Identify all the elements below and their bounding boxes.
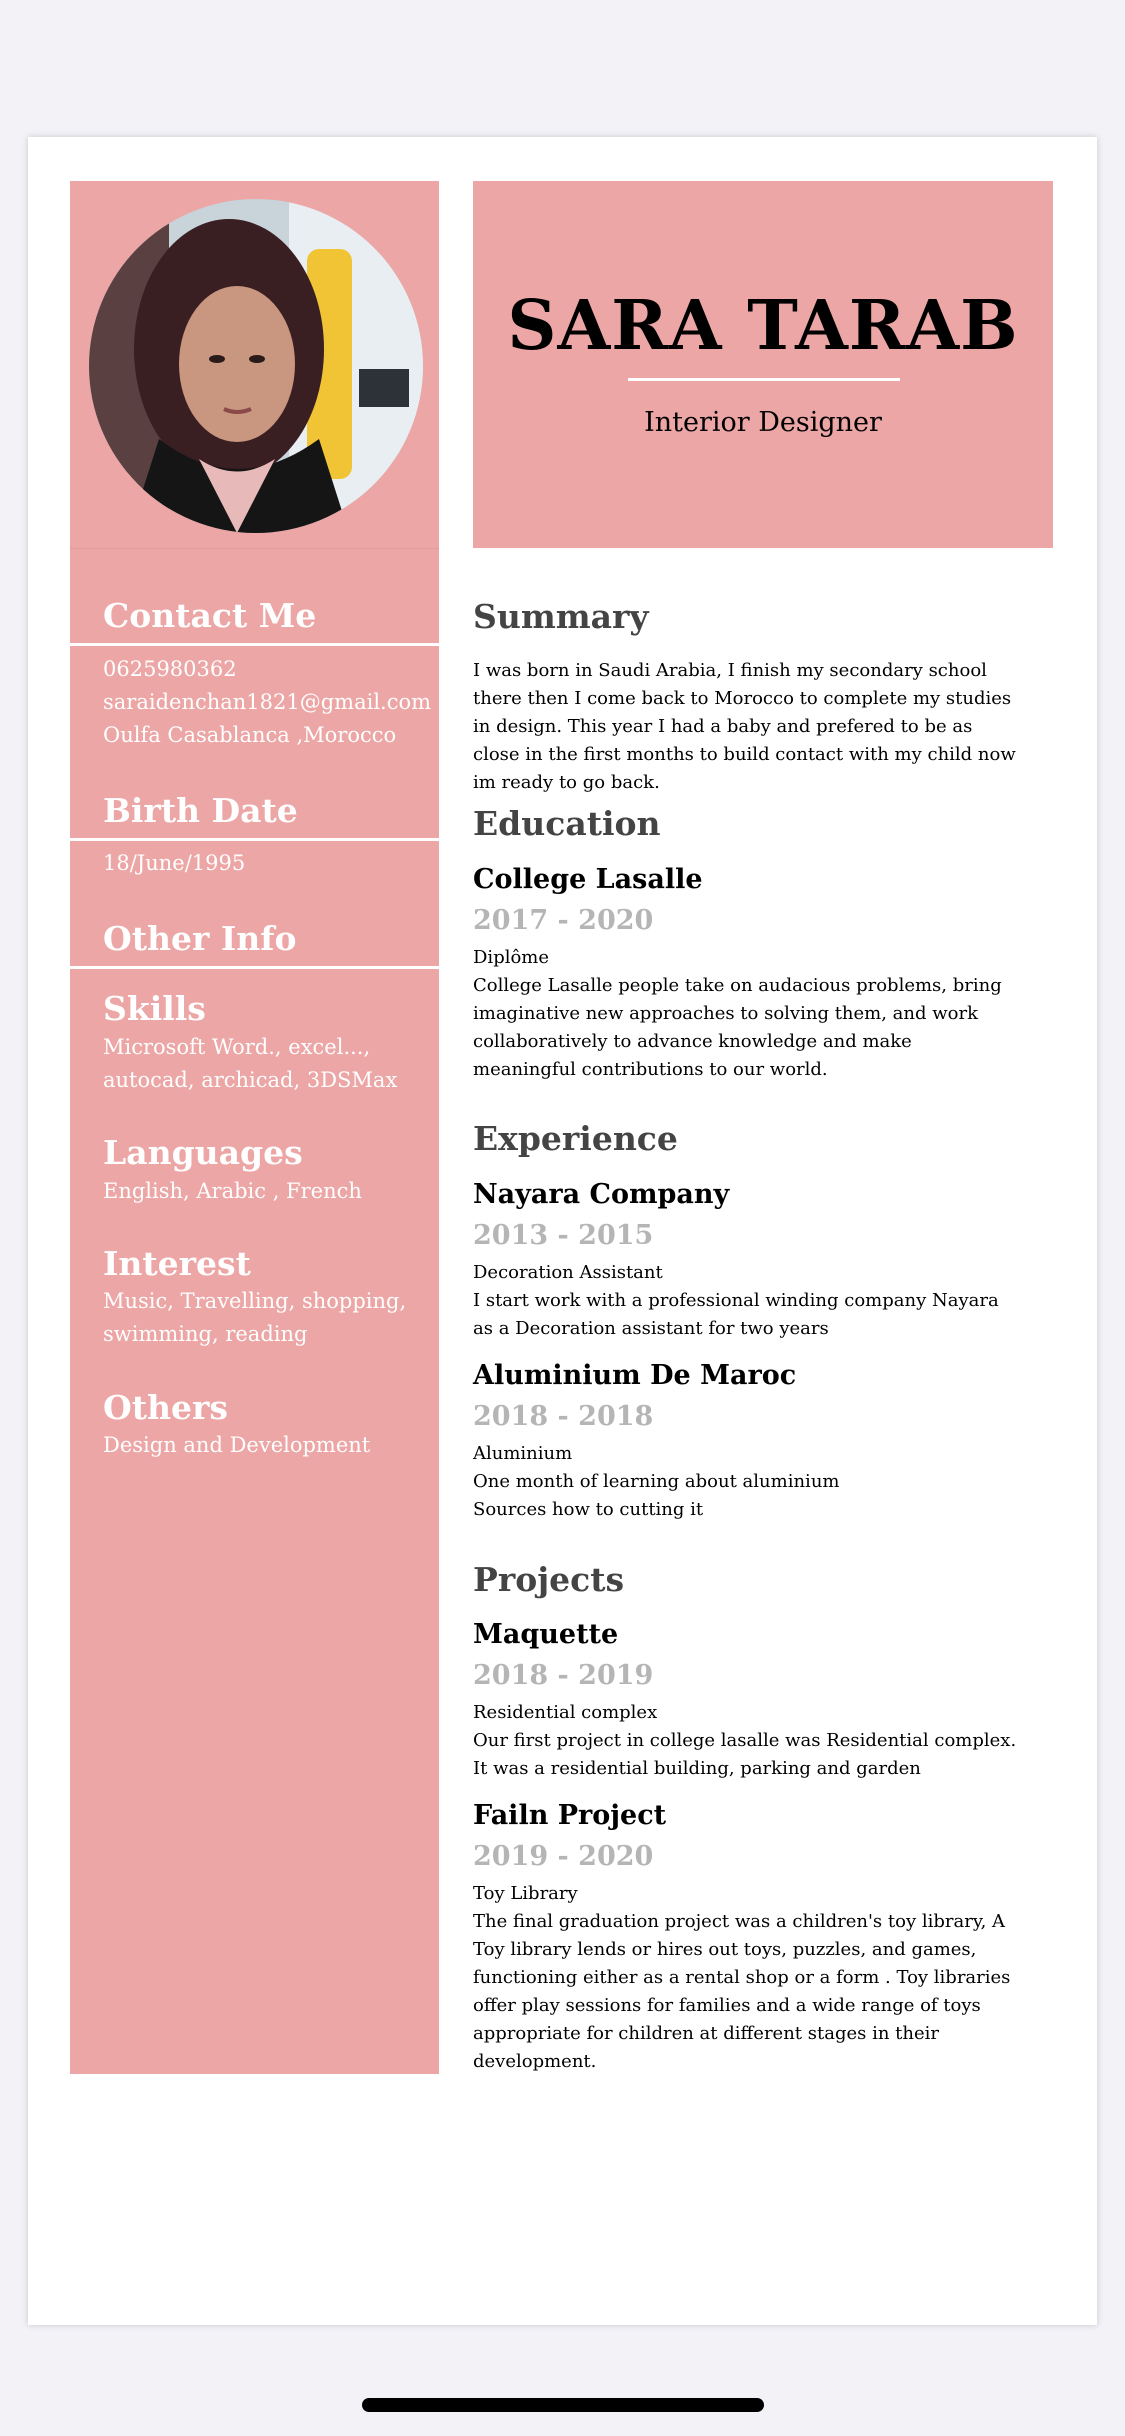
experience-title: Nayara Company: [473, 1179, 730, 1210]
projects-heading: Projects: [473, 1560, 625, 1599]
name-header: SARA TARAB Interior Designer: [473, 181, 1053, 548]
job-title: Interior Designer: [644, 407, 882, 438]
birth-date-value: 18/June/1995: [103, 851, 246, 875]
skills-value: Microsoft Word., excel..., autocad, arch…: [103, 1035, 398, 1092]
interest-value: Music, Travelling, shopping, swimming, r…: [103, 1289, 407, 1346]
education-heading: Education: [473, 804, 661, 843]
education-title: College Lasalle: [473, 864, 703, 895]
others-heading: Others: [103, 1388, 228, 1427]
sidebar: Contact Me 0625980362 saraidenchan1821@g…: [70, 181, 439, 2074]
experience-years: 2013 - 2015: [473, 1220, 654, 1251]
others-value: Design and Development: [103, 1433, 371, 1457]
project-years: 2018 - 2019: [473, 1660, 654, 1691]
project-subtitle: Toy Library: [473, 1883, 578, 1904]
experience-desc: I start work with a professional winding…: [473, 1290, 999, 1339]
experience-desc-extra: Sources how to cutting it: [473, 1499, 704, 1520]
full-name: SARA TARAB: [507, 286, 1019, 366]
contact-address: Oulfa Casablanca ,Morocco: [103, 723, 397, 747]
contact-heading: Contact Me: [103, 596, 317, 635]
project-subtitle: Residential complex: [473, 1702, 658, 1723]
experience-years: 2018 - 2018: [473, 1401, 654, 1432]
contact-phone: 0625980362: [103, 657, 237, 681]
experience-desc: One month of learning about aluminium: [473, 1471, 840, 1492]
contact-email: saraidenchan1821@gmail.com: [103, 690, 432, 714]
project-title: Maquette: [473, 1619, 619, 1650]
contact-divider: [70, 643, 439, 646]
resume-page: Contact Me 0625980362 saraidenchan1821@g…: [28, 137, 1097, 2325]
name-divider: [628, 378, 900, 381]
education-subtitle: Diplôme: [473, 947, 550, 968]
project-title: Failn Project: [473, 1800, 667, 1831]
languages-value: English, Arabic , French: [103, 1179, 362, 1203]
avatar: [89, 199, 423, 533]
birth-date-heading: Birth Date: [103, 791, 298, 830]
home-indicator[interactable]: [362, 2398, 764, 2412]
experience-subtitle: Decoration Assistant: [473, 1262, 663, 1283]
education-years: 2017 - 2020: [473, 905, 654, 936]
experience-heading: Experience: [473, 1119, 678, 1158]
summary-heading: Summary: [473, 597, 649, 636]
project-desc: Our first project in college lasalle was…: [473, 1730, 1017, 1779]
languages-heading: Languages: [103, 1133, 303, 1172]
project-years: 2019 - 2020: [473, 1841, 654, 1872]
portrait-image: [89, 199, 423, 533]
skills-heading: Skills: [103, 989, 206, 1028]
birth-date-divider: [70, 838, 439, 841]
other-info-heading: Other Info: [103, 919, 297, 958]
experience-title: Aluminium De Maroc: [473, 1360, 797, 1391]
photo-area: [70, 181, 439, 549]
other-info-divider: [70, 966, 439, 969]
experience-subtitle: Aluminium: [473, 1443, 573, 1464]
summary-text: I was born in Saudi Arabia, I finish my …: [473, 660, 1016, 793]
interest-heading: Interest: [103, 1244, 251, 1283]
education-desc: College Lasalle people take on audacious…: [473, 975, 1002, 1080]
project-desc: The final graduation project was a child…: [473, 1911, 1011, 2072]
